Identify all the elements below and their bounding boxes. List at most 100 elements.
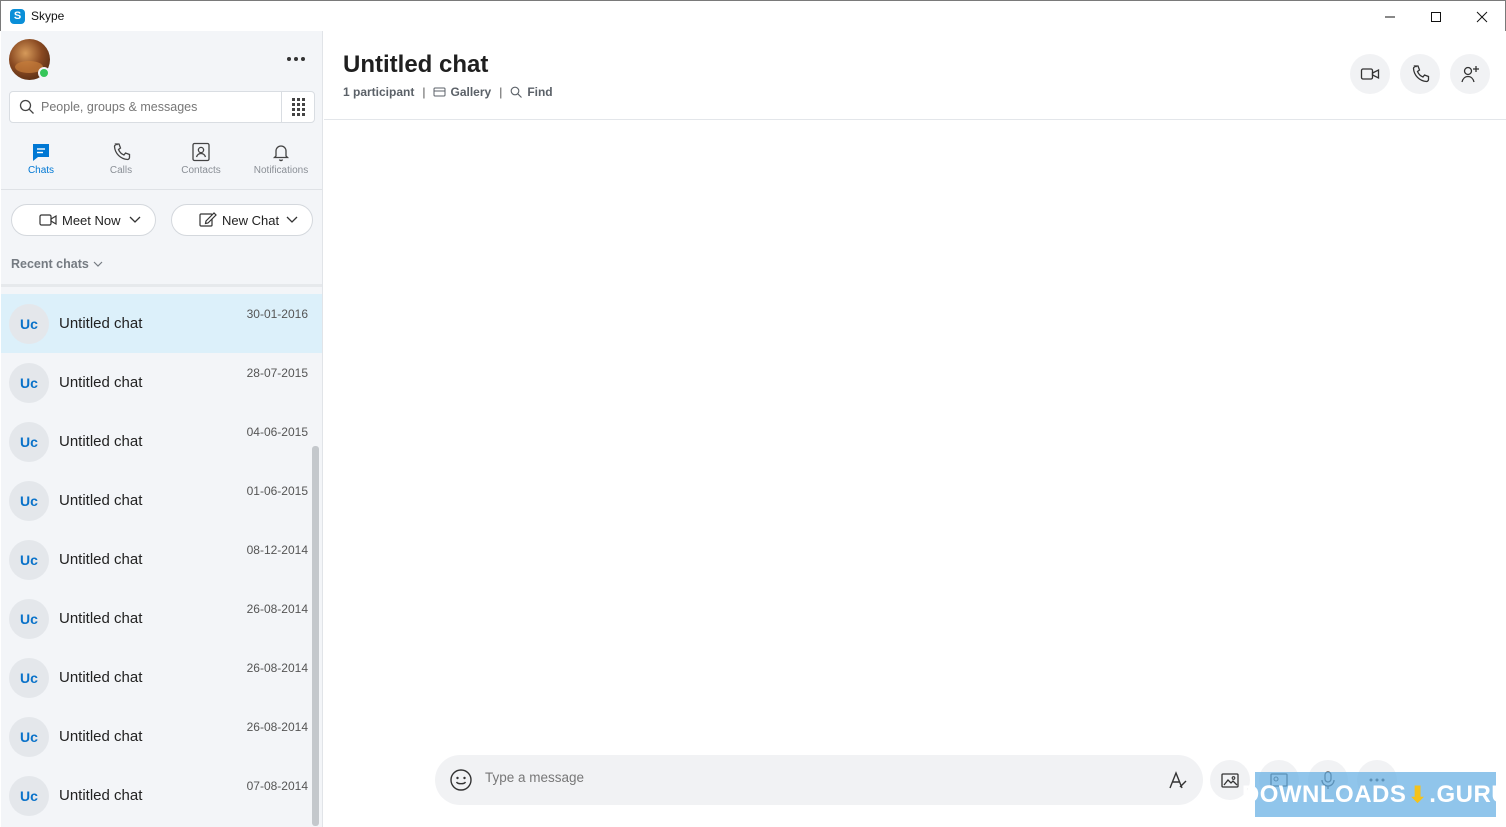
watermark-left: DOWNLOADS [1241,780,1407,808]
gallery-link[interactable]: Gallery [450,85,491,99]
chat-avatar: Uc [9,776,49,816]
tab-calls-label: Calls [109,165,133,176]
message-composer [435,755,1203,805]
chevron-down-icon [286,216,298,223]
chat-list-item[interactable]: Uc Untitled chat 01-06-2015 [1,471,322,530]
separator: | [499,85,503,99]
chat-avatar: Uc [9,363,49,403]
profile-row [1,31,322,89]
chat-list-scrollbar[interactable] [312,446,319,826]
search-box [9,91,315,123]
meet-now-button[interactable]: Meet Now [11,204,156,236]
chat-name: Untitled chat [59,374,143,391]
chat-avatar: Uc [9,658,49,698]
chat-list-item[interactable]: Uc Untitled chat 30-01-2016 [1,294,322,353]
more-options-button[interactable] [284,51,308,67]
chat-icon [33,144,49,161]
call-buttons [1350,54,1490,94]
participants-link[interactable]: 1 participant [343,85,414,99]
search-icon [19,99,34,114]
window-controls [1367,1,1505,32]
tab-contacts[interactable]: Contacts [161,135,241,189]
download-arrow-icon: ⬇ [1408,781,1428,807]
phone-icon [1412,65,1430,83]
chat-avatar: Uc [9,599,49,639]
add-person-icon [1461,66,1479,83]
find-link[interactable]: Find [527,85,552,99]
tab-notifications-label: Notifications [253,165,309,176]
sidebar: Chats Calls Contacts Notifications [1,31,323,827]
app-title: Skype [31,9,65,23]
tab-notifications[interactable]: Notifications [241,135,321,189]
recent-chats-dropdown[interactable]: Recent chats [11,257,103,271]
tab-chats[interactable]: Chats [1,135,81,189]
chat-name: Untitled chat [59,728,143,745]
image-file-icon [1221,773,1239,788]
chat-list: Uc Untitled chat 30-01-2016 Uc Untitled … [1,294,322,825]
search-input[interactable] [41,100,271,114]
new-chat-label: New Chat [222,212,280,228]
maximize-button[interactable] [1413,1,1459,32]
skype-logo-icon: S [10,8,25,24]
meet-now-label: Meet Now [62,212,121,228]
video-call-button[interactable] [1350,54,1390,94]
chat-date: 01-06-2015 [246,484,308,498]
audio-call-button[interactable] [1400,54,1440,94]
conversation-title[interactable]: Untitled chat [343,51,488,79]
recent-chats-label: Recent chats [11,257,89,271]
phone-icon [113,143,131,161]
chat-date: 26-08-2014 [246,661,308,675]
chat-date: 26-08-2014 [246,602,308,616]
compose-icon [199,212,217,227]
tab-calls[interactable]: Calls [81,135,161,189]
chat-list-item[interactable]: Uc Untitled chat 26-08-2014 [1,589,322,648]
close-icon [1476,11,1488,22]
new-chat-button[interactable]: New Chat [171,204,313,236]
video-camera-icon [1360,68,1380,80]
chat-date: 30-01-2016 [246,307,308,321]
chat-list-item[interactable]: Uc Untitled chat 26-08-2014 [1,648,322,707]
chat-list-item[interactable]: Uc Untitled chat 26-08-2014 [1,707,322,766]
chat-date: 04-06-2015 [246,425,308,439]
message-input[interactable] [485,770,1135,785]
chat-list-item[interactable]: Uc Untitled chat 28-07-2015 [1,353,322,412]
chat-name: Untitled chat [59,492,143,509]
dialpad-button[interactable] [281,92,314,122]
chat-name: Untitled chat [59,551,143,568]
tab-contacts-label: Contacts [181,165,221,176]
chat-list-item[interactable]: Uc Untitled chat 07-08-2014 [1,766,322,825]
action-row: Meet Now New Chat [11,204,313,236]
text-format-icon[interactable] [1167,769,1189,791]
chat-date: 28-07-2015 [246,366,308,380]
downloads-guru-watermark: DOWNLOADS ⬇ .GURU [1242,772,1506,817]
chat-avatar: Uc [9,481,49,521]
gallery-icon [433,87,446,97]
conversation-subheader: 1 participant | Gallery | Find [343,85,553,99]
chat-date: 08-12-2014 [246,543,308,557]
contacts-icon [192,142,210,162]
main-nav: Chats Calls Contacts Notifications [1,135,322,190]
minimize-button[interactable] [1367,1,1413,32]
chat-date: 07-08-2014 [246,779,308,793]
bell-icon [272,145,290,162]
online-status-icon [38,67,50,79]
add-people-button[interactable] [1450,54,1490,94]
chat-name: Untitled chat [59,433,143,450]
title-bar: S Skype [0,0,1506,31]
conversation-header: Untitled chat 1 participant | Gallery | … [324,31,1506,120]
chat-list-item[interactable]: Uc Untitled chat 04-06-2015 [1,412,322,471]
chat-list-item[interactable]: Uc Untitled chat 08-12-2014 [1,530,322,589]
close-button[interactable] [1459,1,1505,32]
separator: | [422,85,426,99]
chat-avatar: Uc [9,304,49,344]
chat-name: Untitled chat [59,669,143,686]
chat-avatar: Uc [9,422,49,462]
chevron-down-icon [129,216,141,223]
emoji-icon[interactable] [449,768,473,792]
minimize-icon [1385,16,1395,17]
find-icon [510,86,523,98]
chat-name: Untitled chat [59,315,143,332]
video-camera-icon [39,214,57,226]
divider [1,284,322,287]
chat-name: Untitled chat [59,610,143,627]
